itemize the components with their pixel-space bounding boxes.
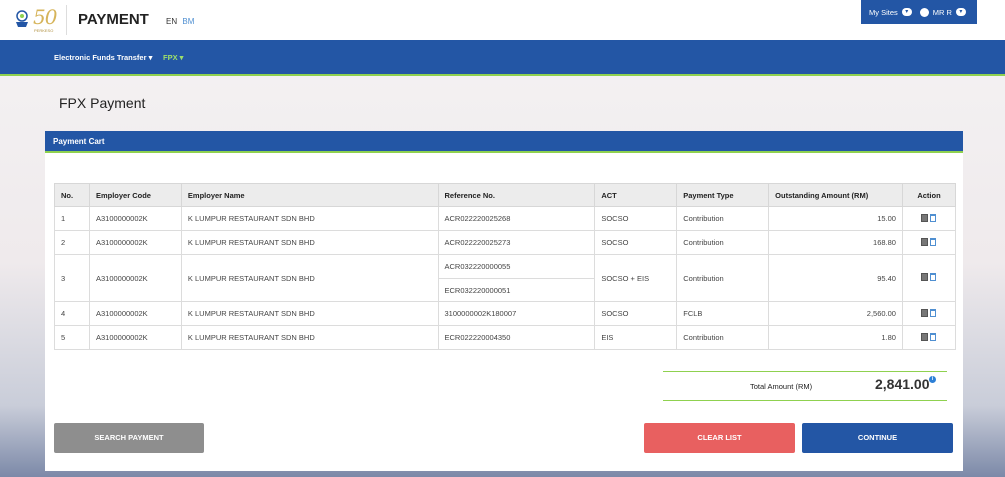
cell-action [901,230,957,255]
col-header-employer-name: Employer Name [180,183,439,207]
delete-icon[interactable] [930,237,937,246]
info-icon[interactable]: i [929,376,936,383]
delete-icon[interactable] [930,332,937,341]
cell-amount: 168.80 [768,230,903,255]
nav-fpx-menu[interactable]: FPX ▾ [163,53,183,62]
cell-payment-type: Contribution [676,230,770,255]
cell-action [901,301,957,326]
cell-no: 1 [54,206,90,231]
cell-act: SOCSO [594,230,678,255]
cell-amount: 15.00 [768,206,903,231]
delete-icon[interactable] [930,213,937,222]
reference-line: ECR032220000051 [438,278,595,301]
delete-icon[interactable] [930,273,937,281]
cell-action [901,206,957,231]
cell-action [901,254,957,302]
cell-reference: ACR022220025273 [437,230,596,255]
search-payment-button[interactable]: SEARCH PAYMENT [54,423,204,453]
col-header-act: ACT [594,183,678,207]
view-document-icon[interactable] [921,213,929,222]
cell-act: SOCSO [594,301,678,326]
view-document-icon[interactable] [921,273,929,281]
total-amount-value: 2,841.00 [875,376,930,392]
table-row: 5 A3100000002K K LUMPUR RESTAURANT SDN B… [54,325,957,350]
cell-amount: 2,560.00 [768,301,903,326]
cell-reference: ACR022220025268 [437,206,596,231]
table-header-row: No. Employer Code Employer Name Referenc… [54,183,957,207]
cell-employer-name: K LUMPUR RESTAURANT SDN BHD [180,254,439,302]
cell-employer-code: A3100000002K [88,230,182,255]
lang-bm[interactable]: BM [182,17,194,26]
cell-employer-name: K LUMPUR RESTAURANT SDN BHD [180,301,439,326]
avatar[interactable] [919,7,929,17]
panel-title: Payment Cart [45,131,963,153]
col-header-action: Action [901,183,957,207]
col-header-reference: Reference No. [437,183,596,207]
table-row: 2 A3100000002K K LUMPUR RESTAURANT SDN B… [54,230,957,255]
cell-employer-code: A3100000002K [88,206,182,231]
view-document-icon[interactable] [921,237,929,246]
col-header-employer-code: Employer Code [88,183,182,207]
col-header-payment-type: Payment Type [676,183,770,207]
cell-amount: 1.80 [768,325,903,350]
logo-subtext: PERKESO [34,28,54,33]
nav-eft-menu[interactable]: Electronic Funds Transfer ▾ [54,53,152,62]
continue-button[interactable]: CONTINUE [802,423,953,453]
table-row: 4 A3100000002K K LUMPUR RESTAURANT SDN B… [54,301,957,326]
anniversary-logo: 50 [33,5,57,29]
total-amount-box: Total Amount (RM) 2,841.00 i [663,371,947,401]
table-row: 1 A3100000002K K LUMPUR RESTAURANT SDN B… [54,206,957,231]
cell-reference: ACR032220000055 ECR032220000051 [437,254,596,302]
cell-act: SOCSO [594,206,678,231]
app-title: PAYMENT [78,11,149,28]
cell-action [901,325,957,350]
page-title: FPX Payment [59,95,146,111]
top-header: 50 PERKESO PAYMENT EN BM My Sites ▾ MR R… [0,0,1005,40]
cell-no: 4 [54,301,90,326]
chevron-down-icon[interactable]: ▾ [955,8,966,16]
cell-payment-type: Contribution [676,325,770,350]
view-document-icon[interactable] [921,308,929,317]
cell-reference: ECR022220004350 [437,325,596,350]
cell-payment-type: Contribution [676,206,770,231]
cell-employer-name: K LUMPUR RESTAURANT SDN BHD [180,206,439,231]
lang-en[interactable]: EN [166,17,177,26]
language-switch: EN BM [166,17,194,26]
chevron-down-icon[interactable]: ▾ [901,8,912,16]
cell-employer-code: A3100000002K [88,254,182,302]
payment-cart-table: No. Employer Code Employer Name Referenc… [54,183,957,350]
cell-employer-code: A3100000002K [88,301,182,326]
cell-payment-type: FCLB [676,301,770,326]
header-divider [66,5,67,35]
cell-act: SOCSO + EIS [594,254,678,302]
clear-list-button[interactable]: CLEAR LIST [644,423,795,453]
reference-line: ACR032220000055 [444,262,511,271]
cell-employer-name: K LUMPUR RESTAURANT SDN BHD [180,230,439,255]
col-header-no: No. [54,183,90,207]
cell-payment-type: Contribution [676,254,770,302]
main-nav: Electronic Funds Transfer ▾ FPX ▾ [0,40,1005,76]
cell-no: 2 [54,230,90,255]
view-document-icon[interactable] [921,332,929,341]
total-amount-label: Total Amount (RM) [750,382,813,391]
cell-employer-name: K LUMPUR RESTAURANT SDN BHD [180,325,439,350]
cell-no: 3 [54,254,90,302]
col-header-outstanding: Outstanding Amount (RM) [768,183,903,207]
payment-cart-panel: Payment Cart No. Employer Code Employer … [45,131,963,471]
cell-amount: 95.40 [768,254,903,302]
cell-employer-code: A3100000002K [88,325,182,350]
cell-reference: 3100000002K180007 [437,301,596,326]
user-menu: My Sites ▾ MR R ▾ [861,0,977,24]
cell-act: EIS [594,325,678,350]
user-name[interactable]: MR R [933,8,952,17]
table-row: 3 A3100000002K K LUMPUR RESTAURANT SDN B… [54,254,957,302]
perkeso-logo-icon [16,10,28,27]
delete-icon[interactable] [930,308,937,317]
my-sites-label[interactable]: My Sites [869,8,898,17]
cell-no: 5 [54,325,90,350]
